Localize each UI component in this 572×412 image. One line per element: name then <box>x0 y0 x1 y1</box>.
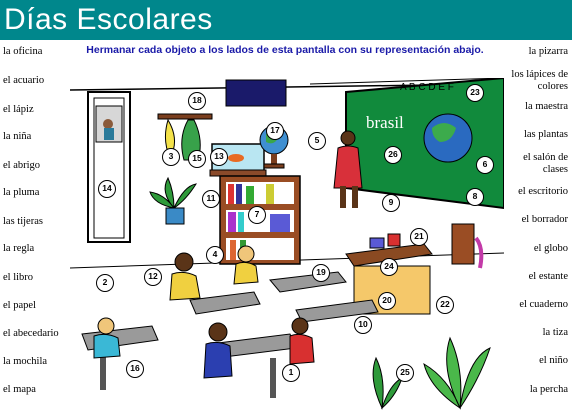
word-el-libro[interactable]: el libro <box>3 272 33 284</box>
hotspot-26[interactable]: 26 <box>384 146 402 164</box>
plant-bottom-right <box>372 336 491 410</box>
word-el-escritorio[interactable]: el escritorio <box>518 186 568 198</box>
hotspot-10[interactable]: 10 <box>354 316 372 334</box>
word-el-salon-de-clases[interactable]: el salón de clases <box>512 152 568 176</box>
word-el-estante[interactable]: el estante <box>529 271 568 283</box>
hotspot-20[interactable]: 20 <box>378 292 396 310</box>
word-el-papel[interactable]: el papel <box>3 300 36 312</box>
hotspot-12[interactable]: 12 <box>144 268 162 286</box>
hotspot-4[interactable]: 4 <box>206 246 224 264</box>
word-la-mochila[interactable]: la mochila <box>3 356 47 368</box>
hotspot-25[interactable]: 25 <box>396 364 414 382</box>
word-el-abrigo[interactable]: el abrigo <box>3 160 40 172</box>
office-door <box>87 91 131 243</box>
word-las-tijeras[interactable]: las tijeras <box>3 216 43 228</box>
word-las-plantas[interactable]: las plantas <box>524 129 568 141</box>
hotspot-19[interactable]: 19 <box>312 264 330 282</box>
word-el-abecedario[interactable]: el abecedario <box>3 328 59 340</box>
hotspot-18[interactable]: 18 <box>188 92 206 110</box>
word-la-tiza[interactable]: la tiza <box>543 327 568 339</box>
hotspot-17[interactable]: 17 <box>266 122 284 140</box>
hotspot-3[interactable]: 3 <box>162 148 180 166</box>
hotspot-23[interactable]: 23 <box>466 84 484 102</box>
word-la-pluma[interactable]: la pluma <box>3 187 39 199</box>
hotspot-21[interactable]: 21 <box>410 228 428 246</box>
word-la-nina[interactable]: la niña <box>3 131 31 143</box>
hotspot-1[interactable]: 1 <box>282 364 300 382</box>
hotspot-24[interactable]: 24 <box>380 258 398 276</box>
word-la-regla[interactable]: la regla <box>3 243 34 255</box>
word-la-oficina[interactable]: la oficina <box>3 46 42 58</box>
word-el-acuario[interactable]: el acuario <box>3 75 44 87</box>
word-el-lapiz[interactable]: el lápiz <box>3 104 34 116</box>
hotspot-14[interactable]: 14 <box>98 180 116 198</box>
hotspot-7[interactable]: 7 <box>248 206 266 224</box>
hotspot-22[interactable]: 22 <box>436 296 454 314</box>
word-la-maestra[interactable]: la maestra <box>525 101 568 113</box>
alphabet-strip: A B C D E F <box>400 82 454 93</box>
word-la-pizarra[interactable]: la pizarra <box>529 46 568 58</box>
hotspot-13[interactable]: 13 <box>210 148 228 166</box>
hotspot-5[interactable]: 5 <box>308 132 326 150</box>
hotspot-15[interactable]: 15 <box>188 150 206 168</box>
instructions-text: Hermanar cada objeto a los lados de esta… <box>86 44 484 56</box>
word-el-mapa[interactable]: el mapa <box>3 384 36 396</box>
teacher-chair <box>451 223 484 269</box>
hotspot-6[interactable]: 6 <box>476 156 494 174</box>
banner <box>225 79 287 107</box>
hotspot-8[interactable]: 8 <box>466 188 484 206</box>
classroom-scene: brasil A B C D E F 1 2 3 4 5 6 7 8 9 10 … <box>70 78 504 412</box>
word-el-cuaderno[interactable]: el cuaderno <box>519 299 568 311</box>
word-la-percha[interactable]: la percha <box>530 384 568 396</box>
student-desks <box>81 271 379 398</box>
hotspot-16[interactable]: 16 <box>126 360 144 378</box>
word-el-globo[interactable]: el globo <box>534 243 568 255</box>
hotspot-11[interactable]: 11 <box>202 190 220 208</box>
plant-left <box>149 176 198 225</box>
word-el-nino[interactable]: el niño <box>539 355 568 367</box>
hotspot-9[interactable]: 9 <box>382 194 400 212</box>
app-title: Días Escolares <box>0 0 572 40</box>
word-el-borrador[interactable]: el borrador <box>522 214 568 226</box>
board-text: brasil <box>366 113 404 132</box>
hotspot-2[interactable]: 2 <box>96 274 114 292</box>
word-los-lapices-de-colores[interactable]: los lápices de colores <box>504 69 568 93</box>
